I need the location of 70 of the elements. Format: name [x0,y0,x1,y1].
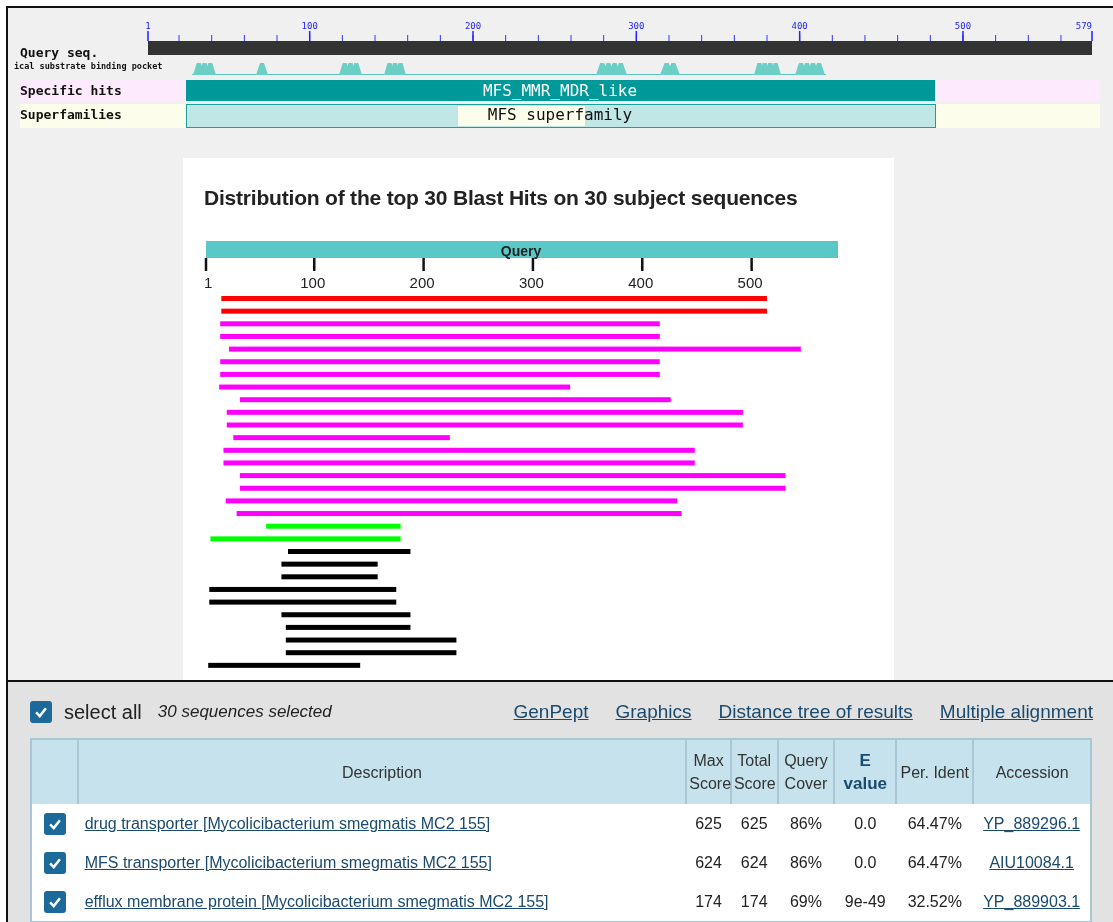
table-cell: 624 [695,853,722,871]
table-cell: 0.0 [854,853,877,871]
accession-link[interactable]: YP_889296.1 [983,814,1081,832]
row-checkbox[interactable] [43,851,66,874]
column-header[interactable]: Description [77,739,687,804]
hit-bar[interactable] [281,612,411,618]
tick-label: 500 [737,274,763,291]
hit-bar[interactable] [285,637,457,643]
table-cell: 625 [740,814,768,832]
row-checkbox[interactable] [43,890,66,913]
tick-label: 100 [300,274,326,291]
accession-link[interactable]: AIU10084.1 [989,853,1074,871]
hit-bar[interactable] [209,599,397,605]
query-label: Query [500,243,542,259]
ruler-label: 500 [954,21,972,31]
hit-bar[interactable] [285,624,411,630]
table-cell: 0.0 [854,814,877,832]
tick-label: 200 [409,274,435,291]
specific-hit-bar[interactable] [186,80,935,101]
accession-link[interactable]: YP_889903.1 [983,892,1081,910]
desc-link[interactable]: MFS transporter [Mycolicibacterium smegmatis MC2 155] [84,853,492,871]
column-header[interactable]: Query Cover [777,739,835,804]
hit-bar[interactable] [281,574,378,580]
table-cell: 624 [740,853,768,871]
hit-bar[interactable] [209,586,397,592]
select-all-label[interactable]: select all [64,700,142,724]
ruler-label: 200 [464,21,482,31]
table-cell: 86% [789,814,822,832]
table-cell: 86% [789,853,822,871]
ruler-label: 1 [145,21,151,31]
desc-link[interactable]: efflux membrane protein [Mycolicibacterium smegmatis MC2 155] [84,892,549,910]
ruler-label: 400 [791,21,808,31]
column-header[interactable]: Per. Ident [896,739,974,804]
feature-label: ical substrate binding pocket [14,61,163,71]
toolbar-link[interactable]: Multiple alignment [939,701,1093,723]
hit-bar[interactable] [208,662,361,668]
table-cell: 64.47% [907,853,962,871]
toolbar-link[interactable]: GenPept [513,701,589,723]
track-label: Query seq. [20,45,99,60]
track-label: Specific hits [20,83,122,98]
toolbar-link[interactable]: Distance tree of results [718,701,913,723]
desc-link[interactable]: drug transporter [Mycolicibacterium smegmatis MC2 155] [84,814,491,832]
table-cell: 32.52% [907,892,962,910]
table-cell: 64.47% [907,814,962,832]
column-header[interactable]: E value [834,739,897,804]
hit-bar[interactable] [285,650,457,656]
table-cell: 174 [740,892,768,910]
tick-label: 300 [518,274,544,291]
table-cell: 9e-49 [844,892,886,910]
domain-label: MFS_MMR_MDR_like [482,81,638,100]
toolbar-link[interactable]: Graphics [615,701,692,723]
superfamily-bar[interactable] [186,104,936,128]
domain-label: MFS superfamily [487,105,633,124]
selection-count: 30 sequences selected [157,702,332,722]
column-header[interactable]: Accession [973,739,1091,804]
ruler-label: 100 [301,21,318,31]
table-cell: 625 [695,814,722,832]
row-checkbox[interactable] [43,812,66,835]
ruler-label: 300 [628,21,645,31]
tick-label: 400 [628,274,654,291]
select-all-checkbox[interactable] [30,701,52,723]
column-header[interactable]: Max Score [686,739,731,804]
track-label: Superfamilies [20,107,122,122]
table-cell: 69% [789,892,822,910]
chart-title: Distribution of the top 30 Blast Hits on 30 subject sequences [204,186,799,210]
tick-label: 1 [204,274,213,291]
column-header[interactable]: Total Score [730,739,778,804]
ruler-label: 579 [1075,21,1092,31]
hit-bar[interactable] [281,561,378,567]
table-cell: 174 [695,892,722,910]
